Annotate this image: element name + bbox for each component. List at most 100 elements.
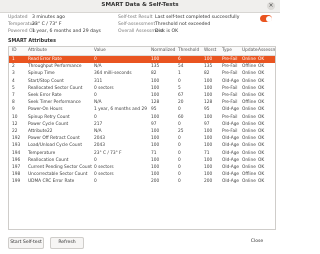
column-header-attribute[interactable]: Attribute bbox=[28, 47, 92, 55]
cell-attribute: Load/Unload Cycle Count bbox=[28, 143, 83, 149]
cell-updates: Online bbox=[242, 157, 256, 163]
cell-worst: 100 bbox=[204, 165, 213, 170]
temperature-row: Temperature23° C / 73° F bbox=[8, 22, 62, 27]
cell-attribute: Seek Timer Performance bbox=[28, 100, 81, 106]
table-row[interactable]: 198 Uncorrectable Sector Count 0 sectors 10… bbox=[9, 171, 275, 178]
self-assessment-label: Self-assessment bbox=[118, 22, 156, 27]
table-row[interactable]: 192 Power Off Retract Count 2043 100 0 100 Old… bbox=[9, 135, 275, 142]
close-button[interactable]: Close bbox=[242, 237, 272, 247]
cell-assessment: OK bbox=[258, 121, 265, 127]
cell-assessment: OK bbox=[258, 93, 265, 98]
cell-worst: 100 bbox=[204, 172, 213, 178]
cell-threshold: 25 bbox=[178, 129, 184, 134]
refresh-button[interactable]: Refresh bbox=[50, 237, 84, 249]
smart-enabled-toggle[interactable] bbox=[260, 15, 272, 22]
cell-threshold: 67 bbox=[178, 93, 184, 98]
cell-id: 198 bbox=[12, 172, 21, 178]
cell-worst: 95 bbox=[204, 107, 210, 113]
table-row[interactable]: 199 UDMA CRC Error Rate 0 200 0 200 Old-Age Onl… bbox=[9, 178, 275, 185]
cell-threshold: 54 bbox=[178, 64, 184, 70]
self-assessment-row: Self-assessmentThreshold not exceeded bbox=[118, 22, 210, 27]
cell-threshold: 20 bbox=[178, 100, 184, 106]
cell-value: 364 milli-seconds bbox=[94, 71, 132, 77]
cell-assessment: OK bbox=[258, 64, 265, 70]
cell-updates: Online bbox=[242, 71, 256, 77]
cell-updates: Online bbox=[242, 121, 256, 127]
column-header-updates[interactable]: Updates bbox=[242, 47, 258, 55]
cell-normalized: 200 bbox=[151, 179, 160, 185]
cell-value: 2043 bbox=[94, 136, 105, 142]
cell-type: Pre-Fail bbox=[222, 129, 238, 134]
cell-updates: Online bbox=[242, 165, 256, 170]
table-header: ID Attribute Value Normalized Threshold Worst… bbox=[9, 47, 275, 56]
cell-id: 7 bbox=[12, 93, 15, 98]
cell-updates: Online bbox=[242, 114, 256, 120]
cell-attribute: Power Cycle Count bbox=[28, 121, 69, 127]
column-header-value[interactable]: Value bbox=[94, 47, 148, 55]
column-header-threshold[interactable]: Threshold bbox=[178, 47, 203, 55]
cell-type: Pre-Fail bbox=[222, 64, 238, 70]
cell-normalized: 100 bbox=[151, 143, 160, 149]
cell-value: N/A bbox=[94, 64, 102, 70]
cell-updates: Online bbox=[242, 150, 256, 156]
cell-assessment: OK bbox=[258, 129, 265, 134]
table-row[interactable]: 196 Reallocation Count 0 100 0 100 Old-Age Onli… bbox=[9, 157, 275, 164]
cell-assessment: OK bbox=[258, 172, 265, 178]
table-row[interactable]: 5 Reallocated Sector Count 0 sectors 100 5 10… bbox=[9, 85, 275, 92]
cell-assessment: OK bbox=[258, 107, 265, 113]
column-header-assessment[interactable]: Assessment bbox=[258, 47, 275, 55]
table-row[interactable]: 194 Temperature 23° C / 73° F 71 0 71 Old-Age O… bbox=[9, 150, 275, 157]
table-row[interactable]: 22 Attribute22 N/A 100 25 100 Pre-Fail Online OK bbox=[9, 128, 275, 135]
table-row[interactable]: 9 Power-On Hours 1 year, 6 months and 29 d… bbox=[9, 106, 275, 113]
cell-worst: 100 bbox=[204, 78, 213, 84]
cell-worst: 71 bbox=[204, 150, 210, 156]
overall-assessment-row: Overall AssessmentDisk is OK bbox=[118, 29, 178, 34]
table-row[interactable]: 8 Seek Timer Performance N/A 128 20 128 Pre-Fa… bbox=[9, 99, 275, 106]
smart-attributes-heading: SMART Attributes bbox=[8, 39, 56, 44]
cell-updates: Online bbox=[242, 136, 256, 142]
table-row[interactable]: 2 Throughput Performance N/A 135 54 135 Pre-Fa… bbox=[9, 63, 275, 70]
table-row[interactable]: 12 Power Cycle Count 217 97 0 97 Old-Age Online… bbox=[9, 121, 275, 128]
cell-assessment: OK bbox=[258, 57, 265, 62]
cell-worst: 100 bbox=[204, 136, 213, 142]
start-self-test-button[interactable]: Start Self-test bbox=[8, 237, 44, 249]
table-row[interactable]: 4 Start/Stop Count 311 100 0 100 Old-Age Online… bbox=[9, 78, 275, 85]
toggle-knob bbox=[265, 15, 272, 22]
cell-updates: Offline bbox=[242, 100, 257, 106]
cell-worst: 100 bbox=[204, 157, 213, 163]
cell-type: Pre-Fail bbox=[222, 85, 238, 91]
temperature-value: 23° C / 73° F bbox=[32, 22, 62, 27]
table-row[interactable]: 10 Spinup Retry Count 0 100 60 100 Pre-Fail Onl… bbox=[9, 114, 275, 121]
cell-type: Old-Age bbox=[222, 150, 240, 156]
cell-value: 0 bbox=[94, 179, 97, 185]
column-header-normalized[interactable]: Normalized bbox=[151, 47, 177, 55]
column-header-id[interactable]: ID bbox=[12, 47, 28, 55]
cell-attribute: UDMA CRC Error Rate bbox=[28, 179, 75, 185]
column-header-worst[interactable]: Worst bbox=[204, 47, 221, 55]
table-row[interactable]: 7 Seek Error Rate 0 100 67 100 Pre-Fail Online O… bbox=[9, 92, 275, 99]
cell-value: 23° C / 73° F bbox=[94, 150, 122, 156]
window-close-icon[interactable]: × bbox=[267, 2, 275, 10]
cell-id: 8 bbox=[12, 100, 15, 106]
cell-assessment: OK bbox=[258, 100, 265, 106]
cell-worst: 100 bbox=[204, 114, 213, 120]
cell-normalized: 100 bbox=[151, 57, 160, 62]
column-header-type[interactable]: Type bbox=[222, 47, 242, 55]
cell-id: 193 bbox=[12, 143, 21, 149]
table-row[interactable]: 197 Current Pending Sector Count 0 sectors… bbox=[9, 164, 275, 171]
cell-worst: 128 bbox=[204, 100, 213, 106]
cell-assessment: OK bbox=[258, 85, 265, 91]
cell-updates: Online bbox=[242, 57, 256, 62]
table-row[interactable]: 193 Load/Unload Cycle Count 2043 100 0 100 Old… bbox=[9, 142, 275, 149]
cell-assessment: OK bbox=[258, 179, 265, 185]
cell-normalized: 100 bbox=[151, 172, 160, 178]
table-row[interactable]: 1 Read Error Rate 0 100 6 100 Pre-Fail Online OK bbox=[9, 56, 275, 63]
cell-threshold: 0 bbox=[178, 78, 181, 84]
cell-value: 0 sectors bbox=[94, 165, 114, 170]
cell-threshold: 0 bbox=[178, 143, 181, 149]
table-row[interactable]: 3 Spinup Time 364 milli-seconds 82 1 82 Pre-Fa… bbox=[9, 70, 275, 77]
cell-value: 217 bbox=[94, 121, 103, 127]
cell-worst: 97 bbox=[204, 121, 210, 127]
cell-type: Old-Age bbox=[222, 143, 240, 149]
cell-worst: 100 bbox=[204, 85, 213, 91]
